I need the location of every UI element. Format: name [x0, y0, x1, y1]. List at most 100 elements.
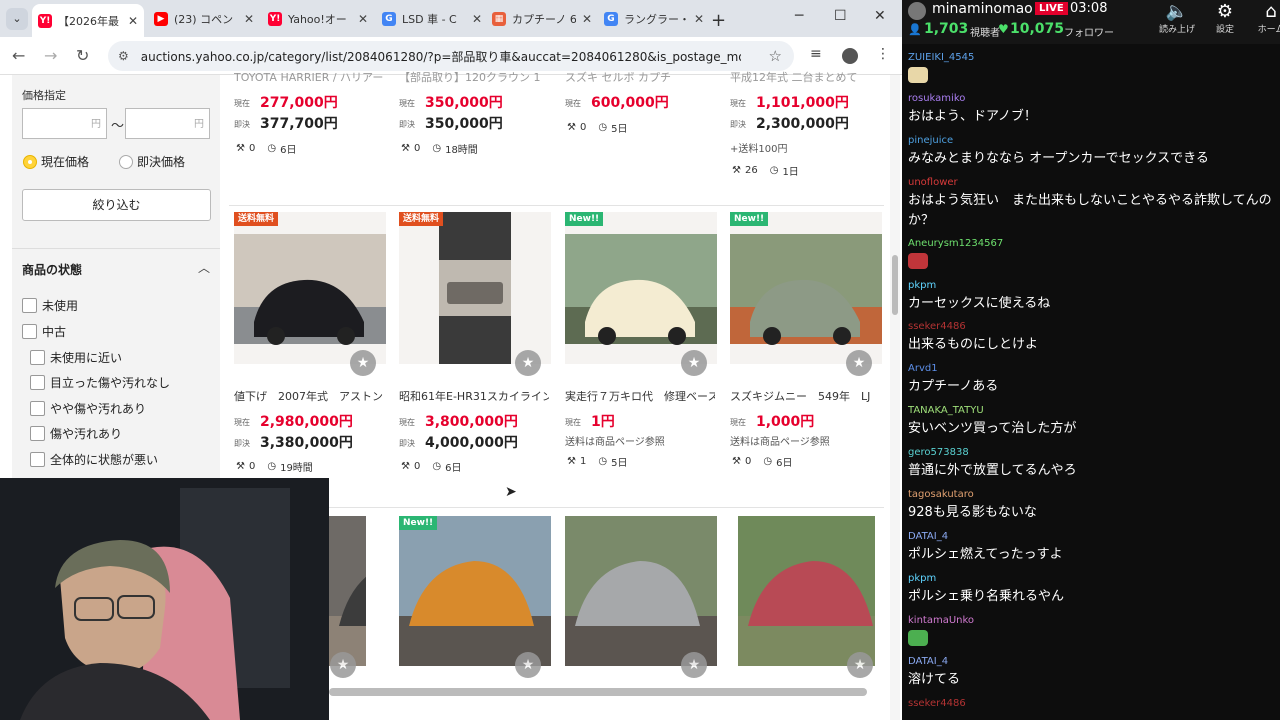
close-window-icon[interactable]: ✕	[874, 8, 886, 24]
condition-checkbox[interactable]: 傷や汚れあり	[30, 425, 122, 442]
checkbox-box[interactable]	[30, 350, 45, 365]
time-left: 6日	[445, 463, 462, 474]
browser-tab[interactable]: Y! Yahoo!オー ✕	[262, 4, 374, 33]
menu-kebab-icon[interactable]: ⋮	[876, 46, 890, 62]
product-photo[interactable]	[329, 516, 366, 666]
bid-and-time: ⚒ 1 ◷ 5日	[567, 454, 627, 469]
chat-username: ZUIEIKI_4545	[908, 52, 975, 63]
product-photo[interactable]	[399, 212, 551, 364]
follower-label: フォロワー	[1064, 28, 1114, 39]
price-min-input[interactable]: 円	[22, 108, 107, 139]
condition-checkbox[interactable]: 中古	[22, 323, 66, 340]
media-control-icon[interactable]: ≡	[810, 46, 822, 62]
watchlist-star-icon[interactable]: ★	[350, 350, 376, 376]
condition-checkbox[interactable]: 全体的に状態が悪い	[30, 451, 158, 468]
condition-label: 未使用に近い	[50, 351, 123, 365]
time-left: 5日	[611, 458, 628, 469]
settings-button[interactable]: ⚙ 設定	[1202, 2, 1248, 36]
profile-avatar[interactable]	[842, 48, 858, 64]
buynow-price-label: 即決	[234, 120, 250, 129]
browser-tab[interactable]: G LSD 車 - C ✕	[376, 4, 488, 33]
chat-text: カーセックスに使えるね	[908, 296, 1051, 311]
tab-close-icon[interactable]: ✕	[694, 12, 704, 26]
watchlist-star-icon[interactable]: ★	[846, 350, 872, 376]
product-photo[interactable]	[234, 212, 386, 364]
reload-icon[interactable]: ↻	[76, 46, 89, 65]
back-icon[interactable]: ←	[12, 46, 25, 65]
browser-tab[interactable]: ▦ カプチーノ 6 ✕	[486, 4, 598, 33]
checkbox-box[interactable]	[30, 452, 45, 467]
bid-count: 0	[413, 461, 421, 472]
browser-tab[interactable]: G ラングラー・ ✕	[598, 4, 710, 33]
browser-tab[interactable]: ▶ (23) コペン ✕	[148, 4, 260, 33]
maximize-icon[interactable]: ☐	[834, 8, 847, 24]
watchlist-star-icon[interactable]: ★	[515, 652, 541, 678]
vertical-scrollbar[interactable]	[890, 75, 900, 720]
product-title: 昭和61年E-HR31スカイライン	[399, 390, 549, 403]
current-price-label: 現在	[730, 99, 746, 108]
browser-tab[interactable]: Y! 【2026年最 ✕	[32, 4, 144, 37]
narrow-search-button[interactable]: 絞り込む	[22, 189, 211, 221]
bookmark-star-icon[interactable]: ☆	[769, 47, 782, 65]
condition-checkbox[interactable]: 未使用	[22, 297, 78, 314]
new-badge: New!!	[565, 212, 604, 226]
time-left: 1日	[782, 167, 799, 178]
tab-favicon-icon: Y!	[38, 13, 52, 28]
condition-filter-header[interactable]: 商品の状態 ︿	[12, 248, 220, 284]
checkbox-box[interactable]	[22, 298, 37, 313]
tab-search-icon[interactable]: ⌄	[6, 8, 28, 30]
checkbox-box[interactable]	[30, 426, 45, 441]
tab-close-icon[interactable]: ✕	[244, 12, 254, 26]
tab-close-icon[interactable]: ✕	[128, 14, 138, 28]
chat-message: unoflower おはよう気狂い また出来もしないことやるやる詐欺してんのか？	[908, 177, 1276, 231]
clock-icon: ◷	[598, 456, 608, 467]
checkbox-box[interactable]	[22, 324, 37, 339]
watchlist-star-icon[interactable]: ★	[515, 350, 541, 376]
product-photo[interactable]	[399, 516, 551, 666]
tab-title: カプチーノ 6	[512, 12, 576, 26]
new-tab-button[interactable]: +	[705, 6, 732, 35]
tab-close-icon[interactable]: ✕	[472, 12, 482, 26]
chat-message: tagosakutaro 928も見る影もないな	[908, 489, 1276, 523]
current-price-label: 現在	[399, 418, 415, 427]
watchlist-star-icon[interactable]: ★	[847, 652, 873, 678]
tab-close-icon[interactable]: ✕	[358, 12, 368, 26]
address-bar[interactable]: ⚙ auctions.yahoo.co.jp/category/list/208…	[108, 41, 794, 71]
time-left: 6日	[280, 145, 297, 156]
chat-text: おはよう、ドアノブ！	[908, 109, 1037, 124]
horizontal-scrollbar[interactable]	[329, 688, 889, 696]
site-info-icon[interactable]: ⚙	[118, 49, 129, 63]
condition-label: 中古	[42, 325, 67, 339]
chat-message: kintamaUnko	[908, 615, 1276, 650]
bid-count: 0	[413, 143, 421, 154]
viewer-count: 1,703	[924, 21, 969, 37]
chat-message: pkpm ポルシェ乗り名乗れるやん	[908, 573, 1276, 607]
radio-buynow-price[interactable]: 即決価格	[119, 153, 185, 170]
condition-checkbox[interactable]: やや傷や汚れあり	[30, 400, 146, 417]
product-photo[interactable]	[565, 212, 717, 364]
watchlist-star-icon[interactable]: ★	[681, 652, 707, 678]
condition-label: 全体的に状態が悪い	[50, 453, 159, 467]
radio-current-price[interactable]: 現在価格	[23, 153, 89, 170]
free-shipping-badge: 送料無料	[234, 212, 279, 226]
read-aloud-button[interactable]: 🔈 読み上げ	[1154, 2, 1200, 36]
product-photo[interactable]	[565, 516, 717, 666]
product-photo[interactable]	[738, 516, 875, 666]
current-price: 1,000円	[756, 414, 815, 430]
minimize-icon[interactable]: ─	[795, 8, 803, 24]
free-shipping-badge: 送料無料	[399, 212, 444, 226]
price-max-input[interactable]: 円	[125, 108, 210, 139]
watchlist-star-icon[interactable]: ★	[330, 652, 356, 678]
chat-username: DATAI_4	[908, 531, 949, 542]
product-photo[interactable]	[730, 212, 882, 364]
condition-label: 傷や汚れあり	[50, 427, 123, 441]
tab-close-icon[interactable]: ✕	[582, 12, 592, 26]
checkbox-box[interactable]	[30, 375, 45, 390]
condition-checkbox[interactable]: 目立った傷や汚れなし	[30, 374, 170, 391]
checkbox-box[interactable]	[30, 401, 45, 416]
condition-checkbox[interactable]: 未使用に近い	[30, 349, 122, 366]
forward-icon[interactable]: →	[44, 46, 57, 65]
watchlist-star-icon[interactable]: ★	[681, 350, 707, 376]
channel-name: minaminomao	[932, 1, 1033, 17]
home-button[interactable]: ⌂ ホーム	[1248, 2, 1280, 36]
